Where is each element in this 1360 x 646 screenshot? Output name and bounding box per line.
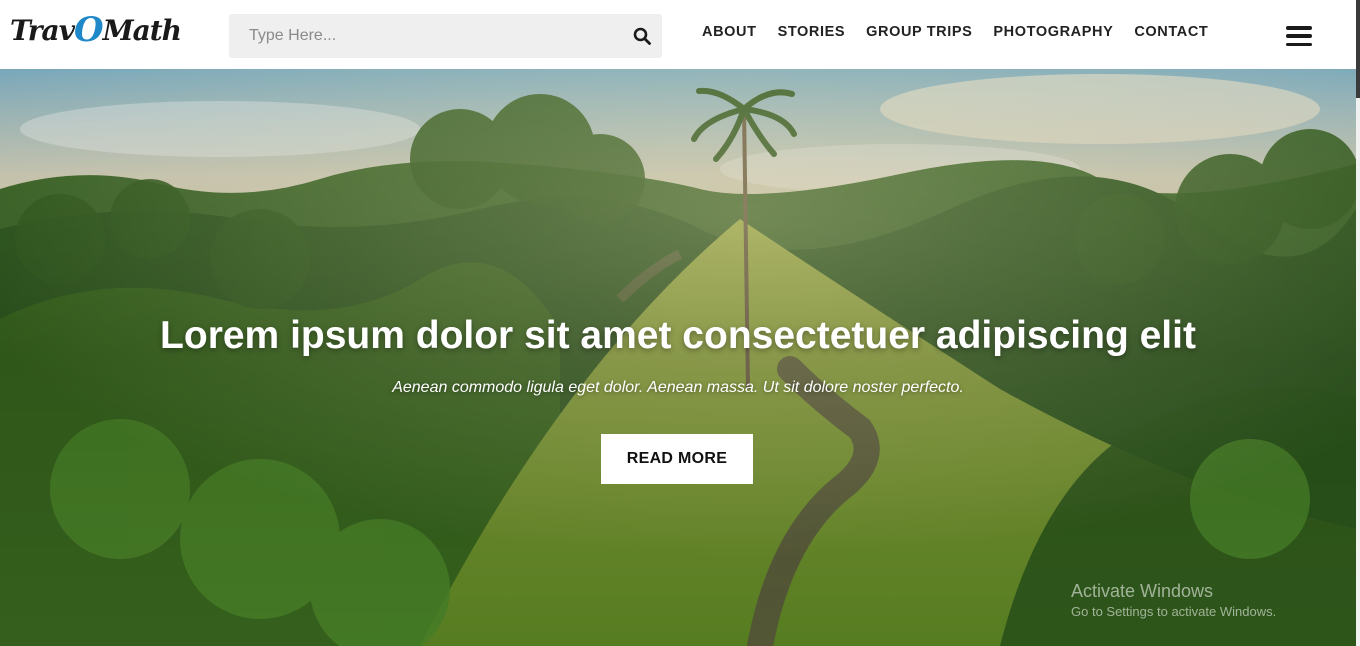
hero-subtitle: Aenean commodo ligula eget dolor. Aenean… bbox=[392, 379, 964, 396]
nav-about[interactable]: ABOUT bbox=[702, 24, 757, 40]
site-logo[interactable]: Trav O Math bbox=[10, 10, 182, 50]
hamburger-icon[interactable] bbox=[1286, 26, 1312, 46]
nav-contact[interactable]: CONTACT bbox=[1134, 24, 1208, 40]
search-input[interactable] bbox=[229, 14, 619, 58]
site-header: TravOMath ABOUT STORIES GROUP TRIPS PHOT… bbox=[0, 0, 1356, 69]
logo-text-o: O bbox=[73, 10, 104, 50]
main-nav: ABOUT STORIES GROUP TRIPS PHOTOGRAPHY CO… bbox=[702, 24, 1208, 40]
logo-text-part-2: Math bbox=[102, 13, 182, 47]
watermark-line-2: Go to Settings to activate Windows. bbox=[1071, 604, 1277, 619]
nav-group-trips[interactable]: GROUP TRIPS bbox=[866, 24, 972, 40]
activate-windows-watermark: Activate Windows Go to Settings to activ… bbox=[1071, 581, 1276, 619]
search-button[interactable] bbox=[628, 22, 656, 50]
menu-bar bbox=[1286, 34, 1312, 38]
logo-text-part-1: Trav bbox=[10, 13, 75, 47]
hero-banner: Lorem ipsum dolor sit amet consectetuer … bbox=[0, 69, 1356, 646]
read-more-button[interactable]: READ MORE bbox=[601, 434, 753, 484]
menu-bar bbox=[1286, 26, 1312, 30]
watermark-line-1: Activate Windows bbox=[1071, 581, 1214, 601]
search-icon bbox=[633, 27, 651, 45]
search-bar bbox=[229, 14, 662, 58]
scrollbar-thumb[interactable] bbox=[1356, 0, 1360, 98]
nav-photography[interactable]: PHOTOGRAPHY bbox=[993, 24, 1113, 40]
nav-stories[interactable]: STORIES bbox=[778, 24, 846, 40]
hero-title: Lorem ipsum dolor sit amet consectetuer … bbox=[160, 314, 1196, 357]
page-scrollbar[interactable] bbox=[1356, 0, 1360, 646]
menu-bar bbox=[1286, 42, 1312, 46]
